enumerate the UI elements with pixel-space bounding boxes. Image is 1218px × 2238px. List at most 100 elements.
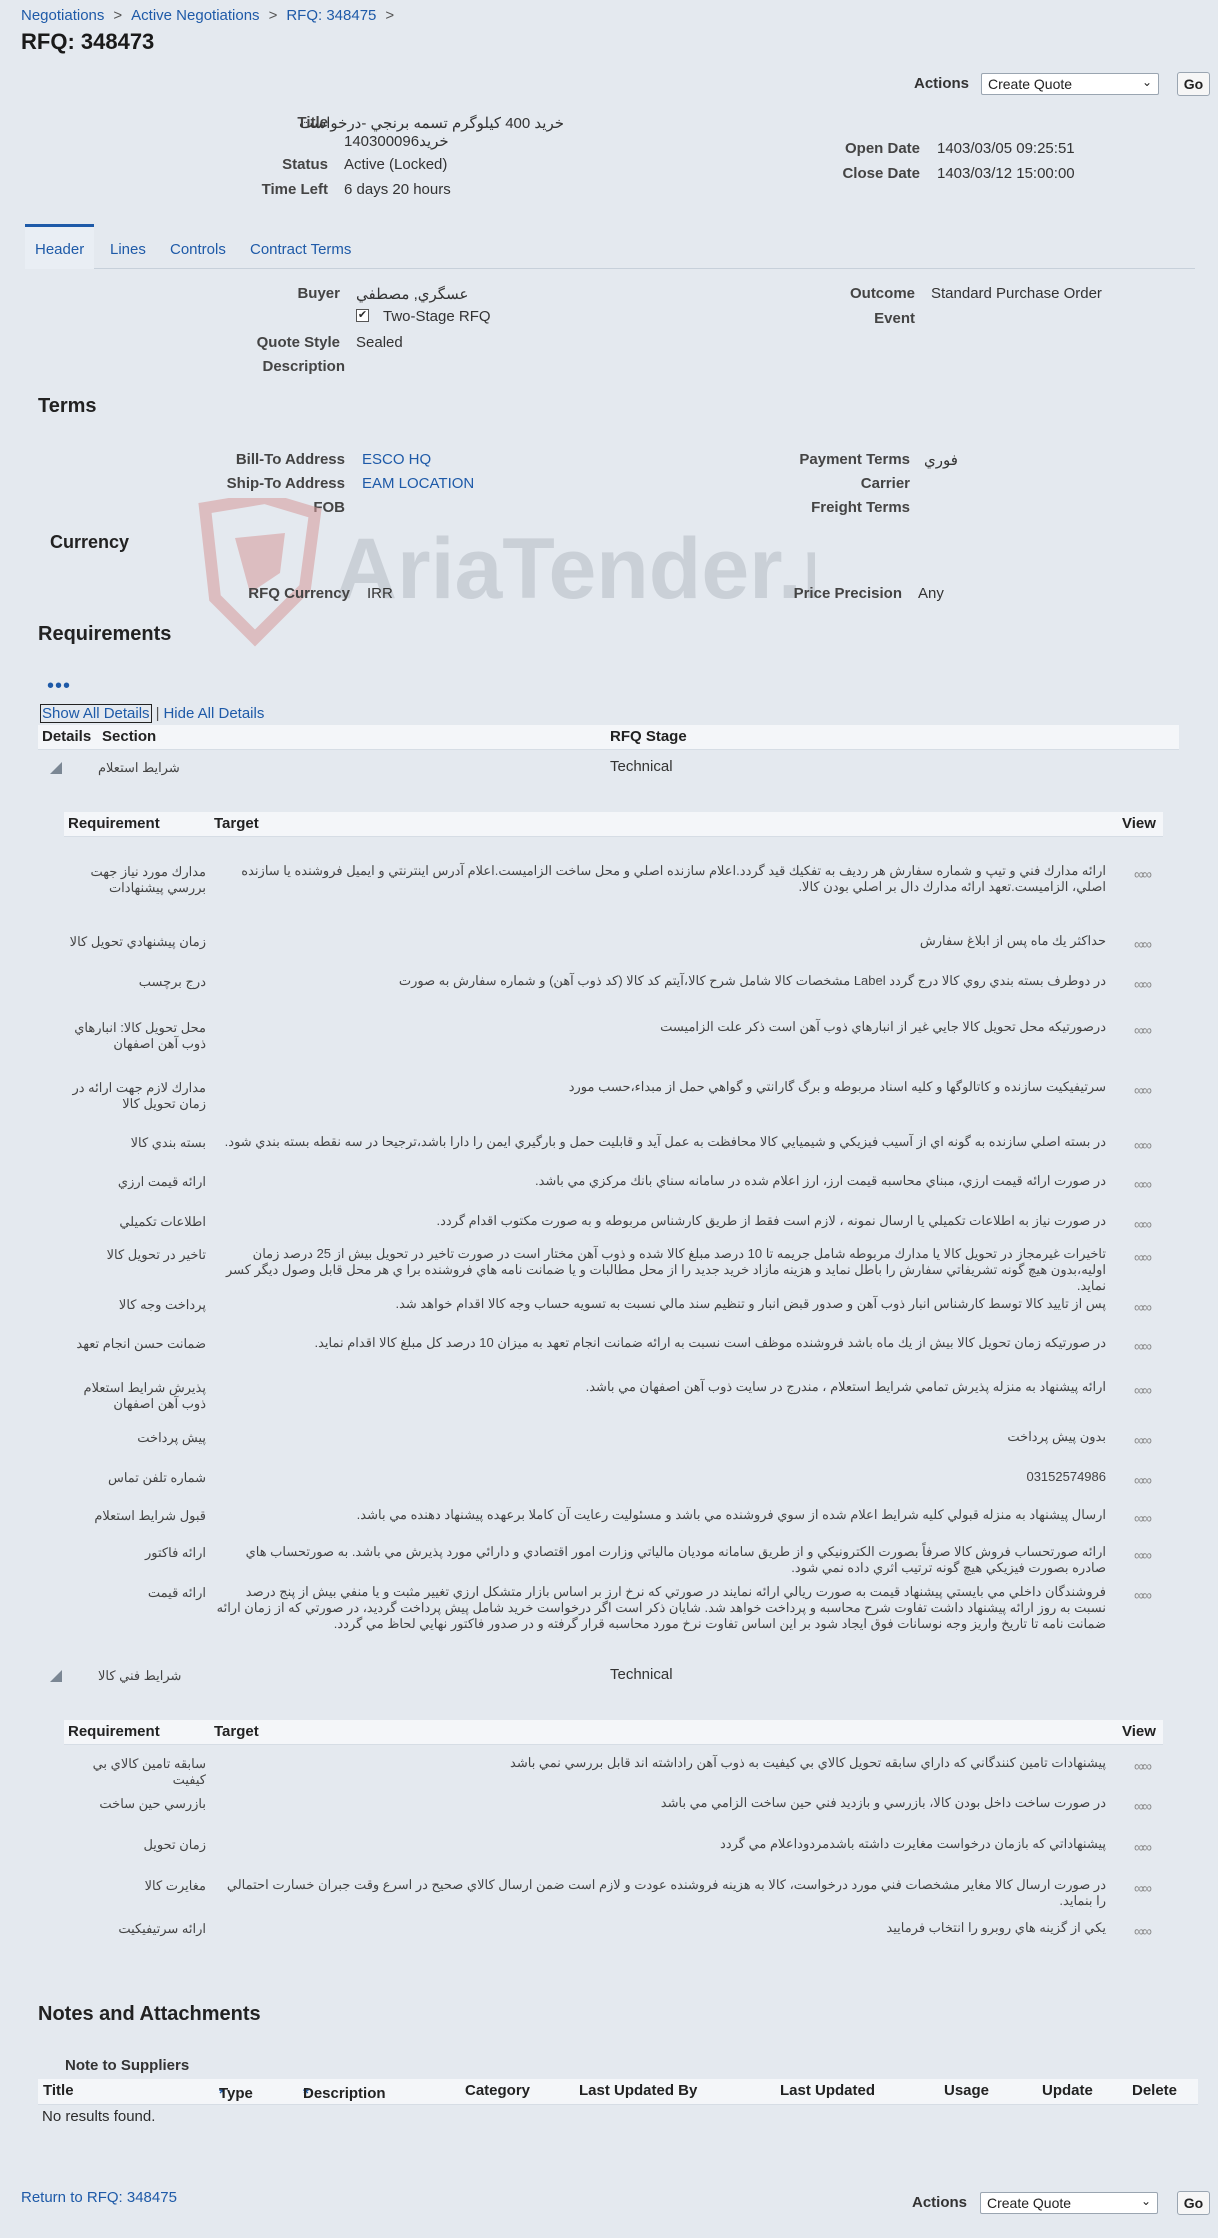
section-stage: Technical (610, 1666, 673, 1683)
terms-title: Terms (38, 395, 97, 417)
view-glasses-icon[interactable]: ∞∞ (1122, 1839, 1162, 1855)
col-rfq-stage: RFQ Stage (610, 728, 687, 745)
col-title: Title (43, 2082, 74, 2099)
requirement-name: زمان تحويل (143, 1837, 206, 1852)
requirement-table-header: Requirement Target View (64, 1720, 1163, 1745)
more-dots-icon[interactable]: ••• (47, 676, 71, 696)
requirement-name: تاخير در تحويل كالا (106, 1247, 206, 1262)
requirement-name: بازرسي حين ساخت (99, 1796, 206, 1811)
view-glasses-icon[interactable]: ∞∞ (1122, 1299, 1162, 1315)
page-title: RFQ: 348473 (21, 29, 155, 54)
status-value: Active (Locked) (344, 156, 448, 173)
section-name: شرايط استعلام (98, 760, 180, 775)
requirement-target: فروشندگان داخلي مي بايستي پيشنهاد قيمت ب… (216, 1584, 1106, 1631)
view-glasses-icon[interactable]: ∞∞ (1122, 1547, 1162, 1563)
col-category: Category (465, 2082, 531, 2099)
requirement-name: مدارك مورد نياز جهت بررسي پيشنهادات (90, 864, 206, 895)
requirement-target: ارائه مدارك فني و تيپ و شماره سفارش هر ر… (241, 863, 1106, 894)
view-glasses-icon[interactable]: ∞∞ (1122, 1923, 1162, 1939)
col-details: Details (42, 728, 92, 745)
col-view: View (1122, 815, 1156, 832)
notes-table-header: Title * Type * Description Category Last U… (38, 2079, 1198, 2105)
requirement-name: ارائه سرتيفيكيت (118, 1921, 206, 1936)
price-precision-value: Any (918, 585, 944, 602)
view-glasses-icon[interactable]: ∞∞ (1122, 1798, 1162, 1814)
requirement-target: درصورتيكه محل تحويل كالا جايي غير از انب… (660, 1019, 1106, 1034)
requirement-target: پيشنهاداتي كه بازمان درخواست مغايرت داشت… (720, 1836, 1106, 1851)
view-glasses-icon[interactable]: ∞∞ (1122, 1382, 1162, 1398)
tab-controls[interactable]: Controls (170, 224, 226, 269)
view-glasses-icon[interactable]: ∞∞ (1122, 976, 1162, 992)
requirement-target: سرتيفيكيت سازنده و كاتالوگها و كليه اسنا… (568, 1079, 1106, 1094)
col-usage: Usage (944, 2082, 990, 2099)
no-results-text: No results found. (42, 2108, 156, 2125)
view-glasses-icon[interactable]: ∞∞ (1122, 1758, 1162, 1774)
footer-actions-label: Actions (912, 2194, 968, 2211)
actions-label: Actions (914, 75, 970, 92)
two-stage-checkbox[interactable]: ✔ (356, 309, 369, 322)
view-glasses-icon[interactable]: ∞∞ (1122, 1587, 1162, 1603)
col-requirement: Requirement (68, 815, 160, 832)
requirement-target: پيشنهادات تامين كنندگاني كه داراي سابقه … (510, 1755, 1106, 1770)
footer-actions-select[interactable]: Create Quote ⌄ (980, 2192, 1158, 2214)
two-stage-label: Two-Stage RFQ (383, 308, 491, 325)
breadcrumb-negotiations[interactable]: Negotiations (21, 7, 104, 24)
tab-lines[interactable]: Lines (110, 224, 146, 269)
show-all-details-link[interactable]: Show All Details (40, 704, 152, 723)
chevron-down-icon: ⌄ (1140, 2194, 1151, 2208)
view-glasses-icon[interactable]: ∞∞ (1122, 936, 1162, 952)
view-glasses-icon[interactable]: ∞∞ (1122, 1082, 1162, 1098)
collapse-triangle-icon[interactable] (50, 1670, 62, 1682)
col-last-updated-by: Last Updated By (579, 2082, 698, 2099)
watermark-logo: AriaTender.neT (195, 491, 955, 648)
breadcrumb-rfq[interactable]: RFQ: 348475 (286, 7, 376, 24)
view-glasses-icon[interactable]: ∞∞ (1122, 1472, 1162, 1488)
view-glasses-icon[interactable]: ∞∞ (1122, 1432, 1162, 1448)
breadcrumb-active-negotiations[interactable]: Active Negotiations (131, 7, 259, 24)
actions-select[interactable]: Create Quote ⌄ (981, 73, 1159, 95)
requirement-target: تاخيرات غيرمجاز در تحويل كالا يا مدارك م… (225, 1246, 1106, 1293)
view-glasses-icon[interactable]: ∞∞ (1122, 1022, 1162, 1038)
col-last-updated: Last Updated (780, 2082, 876, 2099)
time-left-label: Time Left (261, 181, 328, 198)
view-glasses-icon[interactable]: ∞∞ (1122, 1249, 1162, 1265)
open-date-label: Open Date (844, 140, 920, 157)
collapse-triangle-icon[interactable] (50, 762, 62, 774)
title-line2: 140300096خريد (344, 133, 449, 150)
view-glasses-icon[interactable]: ∞∞ (1122, 1880, 1162, 1896)
ship-to-link[interactable]: EAM LOCATION (362, 475, 474, 492)
view-glasses-icon[interactable]: ∞∞ (1122, 1338, 1162, 1354)
time-left-value: 6 days 20 hours (344, 181, 451, 198)
footer-go-button[interactable]: Go (1177, 2191, 1210, 2215)
requirement-target: در صورت ارائه قيمت ارزي، مبناي محاسبه قي… (534, 1173, 1106, 1188)
section-name: شرايط فني كالا (98, 1668, 182, 1683)
view-glasses-icon[interactable]: ∞∞ (1122, 1176, 1162, 1192)
return-link[interactable]: Return to RFQ: 348475 (21, 2189, 177, 2206)
hide-all-details-link[interactable]: Hide All Details (163, 705, 264, 722)
rfq-currency-label: RFQ Currency (248, 585, 350, 602)
go-button[interactable]: Go (1177, 72, 1210, 96)
bill-to-link[interactable]: ESCO HQ (362, 451, 431, 468)
actions-select-value: Create Quote (988, 76, 1073, 92)
view-glasses-icon[interactable]: ∞∞ (1122, 866, 1162, 882)
view-glasses-icon[interactable]: ∞∞ (1122, 1216, 1162, 1232)
price-precision-label: Price Precision (793, 585, 902, 602)
requirements-title: Requirements (38, 623, 172, 645)
carrier-label: Carrier (860, 475, 910, 492)
details-toggle-links: Show All Details | Hide All Details (40, 704, 265, 723)
buyer-label: Buyer (297, 285, 340, 302)
event-label: Event (874, 310, 915, 327)
buyer-value: عسگري, مصطفي (356, 286, 469, 303)
requirement-target: ارسال پيشنهاد به منزله قبولي كليه شرايط … (356, 1507, 1106, 1522)
view-glasses-icon[interactable]: ∞∞ (1122, 1510, 1162, 1526)
col-requirement: Requirement (68, 1723, 160, 1740)
requirement-name: زمان پيشنهادي تحويل كالا (69, 934, 206, 949)
requirement-target: ارائه پيشنهاد به منزله پذيرش تمامي شرايط… (585, 1379, 1106, 1394)
tab-header[interactable]: Header (25, 224, 95, 269)
payment-terms-label: Payment Terms (799, 451, 910, 468)
view-glasses-icon[interactable]: ∞∞ (1122, 1137, 1162, 1153)
col-target: Target (214, 815, 259, 832)
close-date-label: Close Date (842, 165, 920, 182)
tab-contract-terms[interactable]: Contract Terms (250, 224, 351, 269)
status-label: Status (282, 156, 328, 173)
